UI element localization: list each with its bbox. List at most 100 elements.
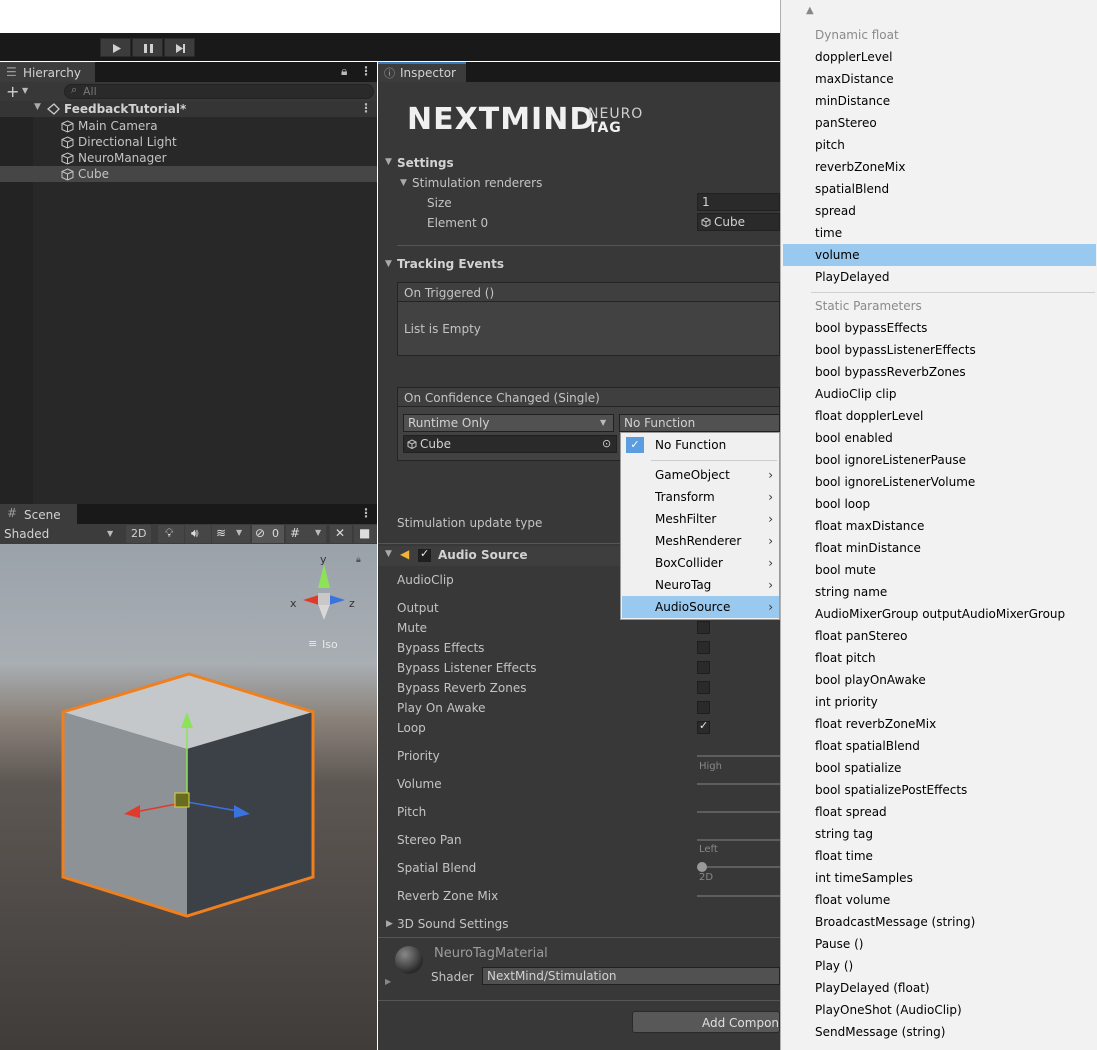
shading-mode-dropdown[interactable]: Shaded ▼	[0, 524, 121, 544]
submenu-item[interactable]: float pitch	[783, 647, 1096, 669]
loop-checkbox[interactable]: ✓	[697, 719, 710, 734]
reverb-zone-slider[interactable]	[697, 895, 780, 897]
foldout-arrow-icon[interactable]: ▶	[385, 977, 391, 986]
foldout-arrow-icon[interactable]: ▼	[385, 157, 392, 167]
submenu-item[interactable]: float maxDistance	[783, 515, 1096, 537]
submenu-item[interactable]: bool bypassReverbZones	[783, 361, 1096, 383]
submenu-item[interactable]: bool bypassEffects	[783, 317, 1096, 339]
submenu-item[interactable]: maxDistance	[783, 68, 1096, 90]
gizmo-lock-icon[interactable]: 🔒︎	[356, 555, 361, 565]
submenu-item[interactable]: minDistance	[783, 90, 1096, 112]
grid-toggle[interactable]: # ▼	[286, 525, 326, 543]
pitch-slider[interactable]	[697, 811, 780, 813]
audio-source-enabled-checkbox[interactable]: ✓	[418, 547, 431, 562]
submenu-item[interactable]: bool enabled	[783, 427, 1096, 449]
submenu-item[interactable]: float minDistance	[783, 537, 1096, 559]
submenu-item[interactable]: float time	[783, 845, 1096, 867]
submenu-item[interactable]: float volume	[783, 889, 1096, 911]
submenu-item[interactable]: SendMessage (string)	[783, 1021, 1096, 1043]
add-object-button[interactable]: +	[6, 82, 19, 101]
menu-item-meshrenderer[interactable]: MeshRenderer ›	[622, 530, 779, 552]
shader-dropdown[interactable]: NextMind/Stimulation	[482, 967, 780, 985]
volume-slider[interactable]	[697, 783, 780, 785]
submenu-item[interactable]: Pause ()	[783, 933, 1096, 955]
submenu-item[interactable]: float panStereo	[783, 625, 1096, 647]
mute-checkbox[interactable]	[697, 621, 710, 634]
spatial-blend-thumb[interactable]	[697, 862, 707, 872]
tab-inspector[interactable]: ⓘ Inspector	[378, 62, 466, 82]
bypass-reverb-checkbox[interactable]	[697, 681, 710, 694]
hierarchy-search-input[interactable]: ⌕ All	[64, 83, 374, 99]
tab-hierarchy[interactable]: ☰ Hierarchy	[0, 62, 95, 82]
tracking-events-header[interactable]: Tracking Events	[397, 257, 504, 271]
submenu-item[interactable]: float spread	[783, 801, 1096, 823]
bypass-effects-checkbox[interactable]	[697, 641, 710, 654]
spatial-blend-slider[interactable]	[697, 866, 780, 868]
object-picker-icon[interactable]: ⊙	[602, 436, 611, 452]
submenu-item[interactable]: bool ignoreListenerPause	[783, 449, 1096, 471]
scroll-up-icon[interactable]: ▲	[806, 5, 814, 16]
more-options-icon[interactable]: ⋮	[360, 64, 372, 78]
scene-viewport[interactable]: y x z 🔒︎ ≡ Iso	[0, 544, 377, 1050]
submenu-item[interactable]: bool mute	[783, 559, 1096, 581]
submenu-item[interactable]: panStereo	[783, 112, 1096, 134]
submenu-item[interactable]: dopplerLevel	[783, 46, 1096, 68]
submenu-item[interactable]: pitch	[783, 134, 1096, 156]
submenu-item[interactable]: Play ()	[783, 955, 1096, 977]
scene-options-icon[interactable]: ⋮	[360, 101, 372, 115]
play-on-awake-checkbox[interactable]	[697, 701, 710, 714]
submenu-item[interactable]: reverbZoneMix	[783, 156, 1096, 178]
menu-item-no-function[interactable]: ✓ No Function	[622, 434, 779, 456]
bypass-listener-checkbox[interactable]	[697, 661, 710, 674]
add-component-button[interactable]: Add Component	[632, 1011, 780, 1033]
pause-button[interactable]	[132, 38, 163, 57]
menu-item-neurotag[interactable]: NeuroTag ›	[622, 574, 779, 596]
menu-item-boxcollider[interactable]: BoxCollider ›	[622, 552, 779, 574]
play-button[interactable]	[100, 38, 131, 57]
audio-toggle[interactable]: 🔊︎	[185, 525, 211, 543]
foldout-arrow-icon[interactable]: ▶	[386, 919, 393, 929]
submenu-item[interactable]: bool playOnAwake	[783, 669, 1096, 691]
element0-field[interactable]: Cube	[697, 213, 780, 231]
projection-label[interactable]: Iso	[322, 638, 338, 651]
scene-options-icon[interactable]: ⋮	[360, 506, 372, 520]
lighting-toggle[interactable]: 💡︎	[158, 525, 184, 543]
hierarchy-item[interactable]: NeuroManager	[0, 150, 377, 166]
hierarchy-item-selected[interactable]: Cube	[0, 166, 377, 182]
submenu-item[interactable]: volume	[783, 244, 1096, 266]
submenu-item[interactable]: bool spatializePostEffects	[783, 779, 1096, 801]
lock-icon[interactable]: 🔒︎	[341, 64, 347, 79]
menu-item-meshfilter[interactable]: MeshFilter ›	[622, 508, 779, 530]
size-input[interactable]: 1	[697, 193, 780, 211]
scene-row[interactable]: ▼ FeedbackTutorial* ⋮	[0, 101, 377, 117]
step-button[interactable]	[164, 38, 195, 57]
hidden-objects-toggle[interactable]: ⊘ 0	[252, 525, 284, 543]
submenu-item[interactable]: float reverbZoneMix	[783, 713, 1096, 735]
submenu-item[interactable]: string tag	[783, 823, 1096, 845]
submenu-item[interactable]: float dopplerLevel	[783, 405, 1096, 427]
stereo-pan-slider[interactable]	[697, 839, 780, 841]
submenu-item[interactable]: PlayOneShot (AudioClip)	[783, 999, 1096, 1021]
camera-button[interactable]: ■	[354, 525, 377, 543]
submenu-item[interactable]: string name	[783, 581, 1096, 603]
sound-3d-foldout[interactable]: 3D Sound Settings	[397, 917, 509, 931]
submenu-item[interactable]: int timeSamples	[783, 867, 1096, 889]
foldout-arrow-icon[interactable]: ▼	[400, 178, 407, 188]
submenu-item[interactable]: BroadcastMessage (string)	[783, 911, 1096, 933]
hierarchy-item[interactable]: Main Camera	[0, 118, 377, 134]
submenu-item[interactable]: spread	[783, 200, 1096, 222]
submenu-item[interactable]: bool bypassListenerEffects	[783, 339, 1096, 361]
submenu-item[interactable]: time	[783, 222, 1096, 244]
effects-dropdown[interactable]: ≋ ▼	[212, 525, 250, 543]
submenu-item[interactable]: AudioClip clip	[783, 383, 1096, 405]
submenu-item[interactable]: bool spatialize	[783, 757, 1096, 779]
event-object-field[interactable]: Cube ⊙	[403, 435, 617, 453]
toggle-2d-button[interactable]: 2D	[126, 525, 151, 543]
submenu-item[interactable]: spatialBlend	[783, 178, 1096, 200]
tools-button[interactable]: ✕	[330, 525, 352, 543]
submenu-item[interactable]: AudioMixerGroup outputAudioMixerGroup	[783, 603, 1096, 625]
submenu-item[interactable]: bool loop	[783, 493, 1096, 515]
submenu-item[interactable]: int priority	[783, 691, 1096, 713]
tab-scene[interactable]: # Scene	[0, 504, 77, 524]
menu-item-audiosource[interactable]: AudioSource ›	[622, 596, 779, 618]
